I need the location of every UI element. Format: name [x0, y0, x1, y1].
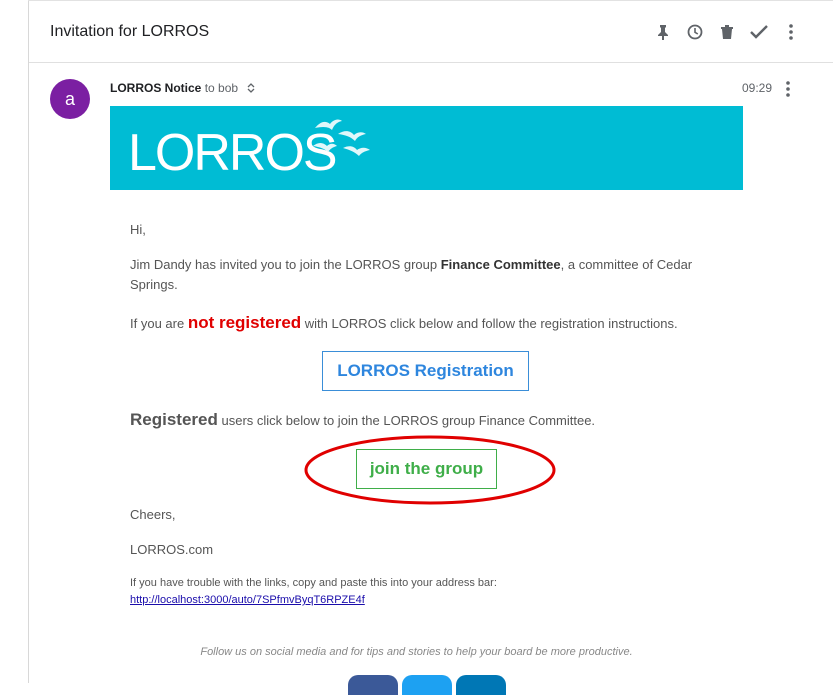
message-more-icon[interactable] — [786, 81, 790, 102]
unregistered-paragraph: If you are not registered with LORROS cl… — [130, 313, 750, 334]
recipient-label: to bob — [204, 81, 239, 95]
site-text: LORROS.com — [130, 542, 214, 557]
auto-link[interactable]: http://localhost:3000/auto/7SPfmvByqT6RP… — [130, 594, 365, 606]
greeting-text: Hi, — [130, 222, 146, 237]
trash-icon[interactable] — [711, 21, 743, 43]
lorros-banner: LORROS — [110, 106, 743, 190]
not-registered-highlight: not registered — [187, 313, 302, 332]
facebook-icon[interactable] — [348, 675, 398, 695]
message-time: 09:29 — [742, 81, 773, 95]
trouble-paragraph: If you have trouble with the links, copy… — [130, 575, 710, 609]
details-chevron-icon[interactable] — [247, 82, 255, 96]
reg-suffix: users click below to join the LORROS gro… — [217, 413, 596, 428]
trouble-text: If you have trouble with the links, copy… — [130, 577, 497, 589]
cheers-text: Cheers, — [130, 507, 176, 522]
unreg-suffix: with LORROS click below and follow the r… — [301, 316, 678, 331]
pin-icon[interactable] — [647, 21, 679, 43]
email-header: Invitation for LORROS — [29, 1, 833, 63]
sender-avatar[interactable]: a — [50, 79, 90, 119]
twitter-icon[interactable] — [402, 675, 452, 695]
linkedin-icon[interactable] — [456, 675, 506, 695]
invite-paragraph: Jim Dandy has invited you to join the LO… — [130, 255, 730, 295]
unreg-prefix: If you are — [130, 316, 188, 331]
sender-line: LORROS Notice to bob — [110, 81, 255, 96]
lorros-logo-text: LORROS — [128, 124, 336, 182]
group-name: Finance Committee — [440, 257, 561, 272]
more-vert-icon[interactable] — [775, 21, 807, 43]
left-border — [28, 0, 29, 683]
email-toolbar — [647, 21, 807, 43]
join-group-button[interactable]: join the group — [356, 449, 497, 489]
lorros-registration-button[interactable]: LORROS Registration — [322, 351, 529, 391]
registered-paragraph: Registered users click below to join the… — [130, 410, 750, 431]
registered-highlight: Registered — [130, 410, 218, 429]
clock-icon[interactable] — [679, 21, 711, 43]
sender-name[interactable]: LORROS Notice — [110, 81, 201, 95]
invite-prefix: Jim Dandy has invited you to join the LO… — [130, 257, 441, 272]
email-subject: Invitation for LORROS — [50, 23, 210, 40]
check-icon[interactable] — [743, 21, 775, 43]
footer-note: Follow us on social media and for tips a… — [200, 646, 633, 658]
